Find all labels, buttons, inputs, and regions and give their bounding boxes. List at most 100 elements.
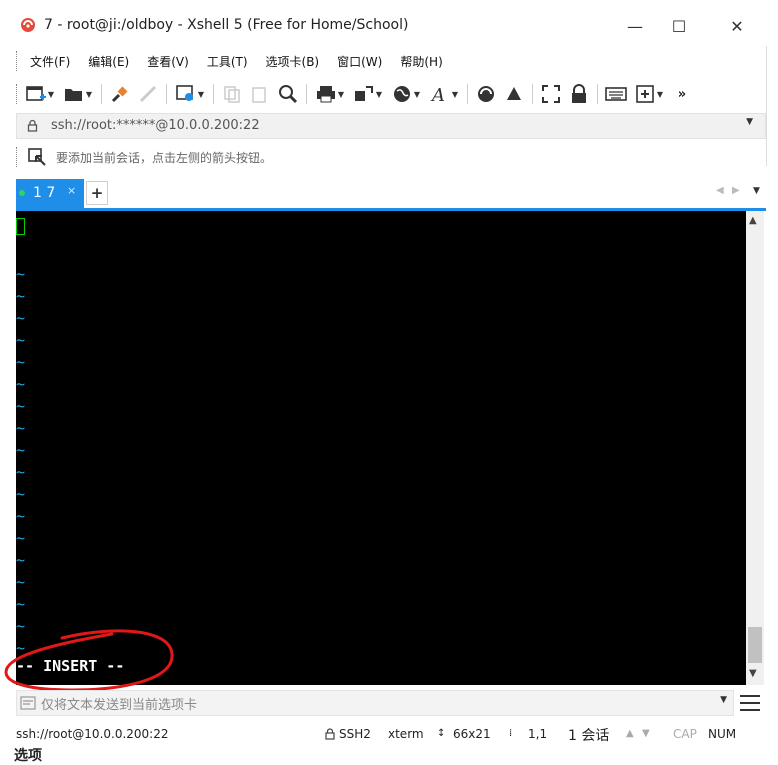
menu-view[interactable]: 查看(V) [137, 53, 197, 70]
tab-menu-icon[interactable]: ▼ [753, 186, 760, 196]
menu-window[interactable]: 窗口(W) [327, 53, 390, 70]
tilde-line: ~ [16, 595, 26, 613]
lock-button[interactable] [566, 82, 592, 106]
toolbar-overflow-button[interactable]: » [669, 82, 695, 106]
down-arrow-icon: ▼ [642, 728, 650, 739]
xshell-logo-icon [21, 18, 35, 32]
minimize-button[interactable]: — [612, 10, 658, 42]
status-sessions: 1 会话 [568, 728, 610, 744]
transfer-button[interactable]: ▼ [350, 82, 386, 106]
tab-label: 1 7 [33, 185, 56, 201]
tilde-line: ~ [16, 463, 26, 481]
compose-icon [20, 696, 36, 710]
paste-icon [252, 87, 266, 103]
toolbar-separator [166, 84, 167, 104]
window-title: 7 - root@ji:/oldboy - Xshell 5 (Free for… [44, 17, 409, 33]
globe-button[interactable]: ▼ [388, 82, 424, 106]
tilde-line: ~ [16, 419, 26, 437]
tab-session-1[interactable]: 1 7 × [16, 179, 84, 208]
xmanager-icon [507, 87, 521, 100]
scroll-up-icon[interactable]: ▲ [749, 215, 757, 226]
scroll-down-icon[interactable]: ▼ [749, 668, 757, 679]
window-edge [766, 46, 778, 166]
toolbar-separator [532, 84, 533, 104]
status-term: xterm [388, 727, 424, 741]
tab-prev-icon[interactable]: ◀ [716, 185, 724, 196]
terminal-screen[interactable]: ~ ~ ~ ~ ~ ~ ~ ~ ~ ~ ~ ~ ~ ~ ~ ~ ~ ~ -- INSERT -- [16, 211, 746, 685]
menu-tools[interactable]: 工具(T) [197, 53, 256, 70]
transfer-icon [354, 86, 373, 101]
hint-grip[interactable] [16, 147, 20, 167]
tilde-line: ~ [16, 573, 26, 591]
status-cap: CAP [673, 727, 697, 741]
maximize-button[interactable]: ☐ [656, 10, 702, 42]
status-num: NUM [708, 727, 737, 741]
xftp-button[interactable] [473, 82, 499, 106]
tilde-line: ~ [16, 265, 26, 283]
tilde-line: ~ [16, 353, 26, 371]
fullscreen-icon [542, 85, 560, 103]
fullscreen-button[interactable] [538, 82, 564, 106]
menu-file[interactable]: 文件(F) [20, 53, 78, 70]
menu-bar: 文件(F) 编辑(E) 查看(V) 工具(T) 选项卡(B) 窗口(W) 帮助(… [16, 49, 451, 73]
xmanager-button[interactable] [501, 82, 527, 106]
resize-icon: ↕ [437, 728, 446, 739]
terminal-scrollbar[interactable]: ▲ ▼ [746, 211, 764, 685]
compose-menu-icon[interactable] [738, 694, 762, 712]
tilde-line: ~ [16, 287, 26, 305]
add-session-arrow-icon[interactable] [28, 148, 48, 166]
disconnect-icon [139, 85, 157, 103]
address-bar[interactable]: ssh://root:******@10.0.0.200:22 ▼ [16, 113, 766, 139]
print-button[interactable]: ▼ [312, 82, 348, 106]
toolbar-separator [597, 84, 598, 104]
copy-icon [224, 86, 240, 103]
keyboard-button[interactable] [603, 82, 629, 106]
connect-button[interactable] [107, 82, 133, 106]
close-button[interactable]: ✕ [714, 10, 760, 42]
address-input[interactable]: ssh://root:******@10.0.0.200:22 [51, 118, 260, 133]
find-button[interactable] [275, 82, 301, 106]
new-session-button[interactable]: ▼ [22, 82, 58, 106]
menu-edit[interactable]: 编辑(E) [78, 53, 137, 70]
menu-tab[interactable]: 选项卡(B) [256, 53, 328, 70]
copy-button[interactable] [219, 82, 245, 106]
address-dropdown[interactable]: ▼ [746, 117, 753, 127]
status-size: 66x21 [453, 727, 491, 741]
lock-icon [572, 84, 586, 103]
hint-text: 要添加当前会话，点击左侧的箭头按钮。 [56, 150, 273, 165]
tab-close-icon[interactable]: × [67, 184, 76, 197]
tilde-line: ~ [16, 551, 26, 569]
tilde-line: ~ [16, 397, 26, 415]
new-tab-button[interactable]: ▼ [631, 82, 667, 106]
tilde-line: ~ [16, 485, 26, 503]
find-icon [279, 85, 298, 104]
tilde-line: ~ [16, 331, 26, 349]
tilde-line: ~ [16, 507, 26, 525]
toolbar-separator [306, 84, 307, 104]
new-tab-icon [636, 85, 654, 103]
paste-button[interactable] [247, 82, 273, 106]
tab-next-icon[interactable]: ▶ [732, 185, 740, 196]
properties-button[interactable]: ▼ [172, 82, 208, 106]
compose-dropdown[interactable]: ▼ [720, 695, 727, 705]
annotation-ellipse [4, 629, 174, 692]
toolbar-separator [101, 84, 102, 104]
add-tab-button[interactable]: + [86, 181, 108, 205]
status-position: 1,1 [528, 727, 548, 741]
tilde-line: ~ [16, 441, 26, 459]
open-button[interactable]: ▼ [60, 82, 96, 106]
compose-bar[interactable]: 仅将文本发送到当前选项卡 ▼ [16, 690, 734, 716]
connected-status-icon [19, 190, 25, 196]
up-arrow-icon: ▲ [626, 728, 634, 739]
menu-help[interactable]: 帮助(H) [390, 53, 450, 70]
tilde-line: ~ [16, 309, 26, 327]
new-session-icon [26, 86, 46, 101]
scroll-thumb[interactable] [748, 627, 762, 663]
svg-text:A: A [430, 85, 445, 104]
disconnect-button[interactable] [135, 82, 161, 106]
compose-input[interactable]: 仅将文本发送到当前选项卡 [41, 694, 197, 713]
font-button[interactable]: A ▼ [426, 82, 462, 106]
font-icon: A [430, 85, 445, 104]
toolbar-grip[interactable] [16, 84, 20, 104]
toolbar-separator [467, 84, 468, 104]
